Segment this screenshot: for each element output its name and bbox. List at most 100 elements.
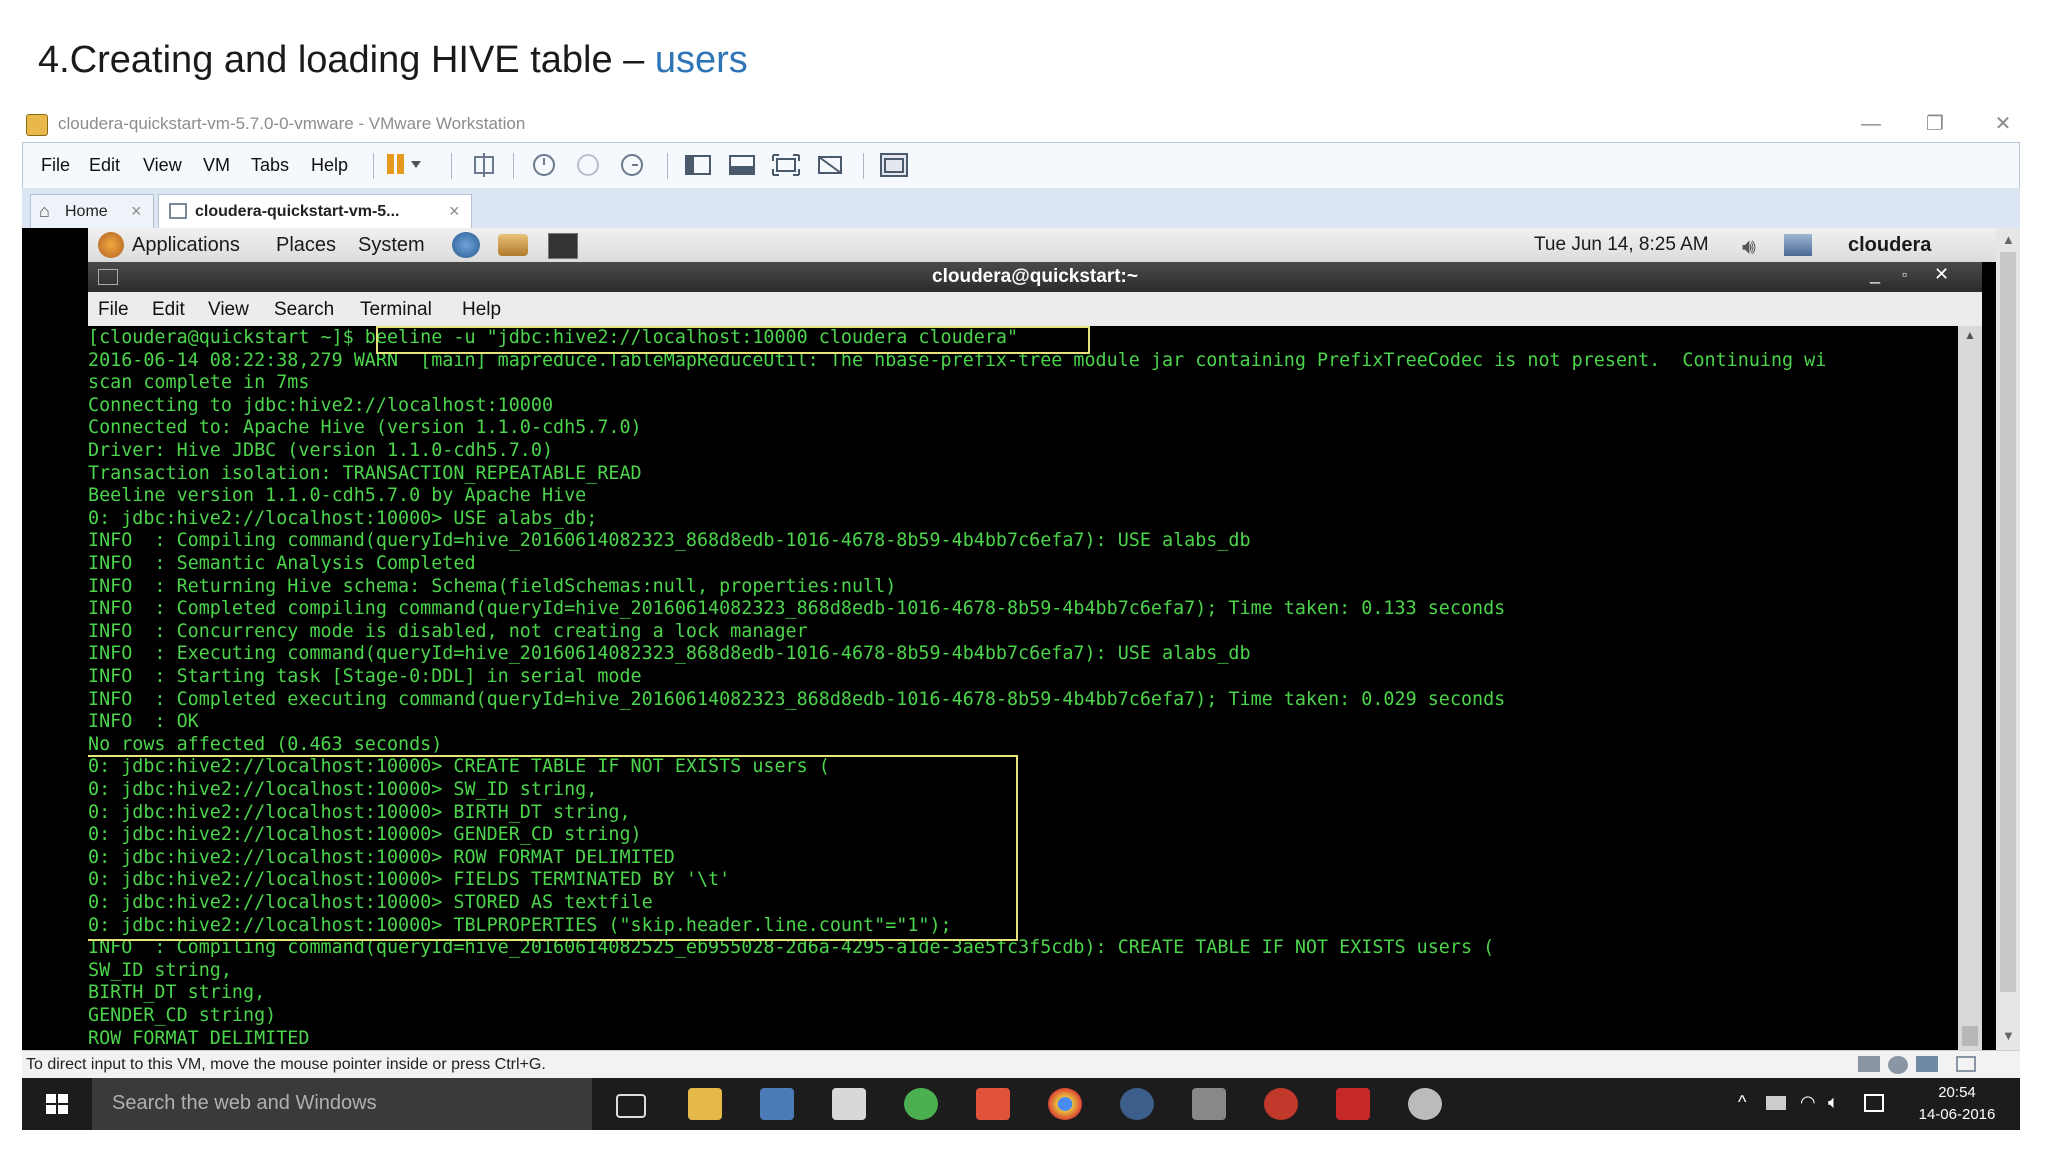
app-icon[interactable] [1192,1088,1226,1120]
menu-vm[interactable]: VM [203,155,230,176]
restore-icon[interactable]: ❐ [1912,110,1958,138]
vm-scrollbar[interactable]: ▲ ▼ [1996,228,2020,1050]
gnome-foot-icon [98,232,124,258]
terminal-window[interactable]: cloudera@quickstart:~ _ ▫ ✕ File Edit Vi… [88,262,1982,1050]
vm-scroll-thumb[interactable] [2000,252,2016,992]
slide-title: 4.Creating and loading HIVE table – user… [38,30,748,90]
speaker-icon[interactable]: 🔈︎ [1828,1092,1839,1113]
terminal-line: Connected to: Apache Hive (version 1.1.0… [88,417,642,439]
terminal-scroll-thumb[interactable] [1962,1026,1978,1046]
action-center-icon[interactable] [1864,1094,1884,1112]
terminal-menu-terminal[interactable]: Terminal [360,299,432,321]
network-icon[interactable] [1784,234,1812,256]
chevron-down-icon[interactable] [411,161,421,168]
terminal-title: cloudera@quickstart:~ [932,266,1138,287]
volume-icon[interactable]: 🔊︎ [1742,234,1756,260]
terminal-line: GENDER_CD string) [88,1005,277,1026]
windows-logo-icon [46,1094,68,1114]
terminal-menu-search[interactable]: Search [274,299,334,321]
vmware-app-icon [26,114,48,136]
vmware-taskbar-icon[interactable] [760,1088,794,1120]
toolbar-separator [667,153,668,179]
slide-title-text: 4.Creating and loading HIVE table – [38,39,655,81]
acrobat-icon[interactable] [1336,1088,1370,1120]
minimize-icon[interactable]: _ [1870,264,1880,285]
thumbnail-bar-icon[interactable] [727,151,757,179]
cd-drive-icon[interactable] [1888,1056,1908,1074]
snapshot-icon[interactable] [529,151,559,179]
terminal-output[interactable]: ROW FORMAT DELIMITED GENDER_CD string) BIR… [88,326,1958,1050]
guest-display[interactable]: Applications Places System Tue Jun 14, 8… [22,228,2020,1050]
scroll-up-icon[interactable]: ▲ [2002,232,2015,247]
send-ctrl-alt-del-icon[interactable] [469,151,499,179]
network-adapter-icon[interactable] [1916,1056,1938,1072]
message-log-icon[interactable] [1956,1056,1976,1072]
highlight-box-command [376,326,1090,354]
terminal-launcher-icon[interactable] [548,233,578,259]
taskbar-time[interactable]: 20:54 [1902,1084,2012,1101]
tab-home-label: Home [65,203,108,220]
taskbar-search[interactable]: Search the web and Windows [92,1078,592,1130]
snapshot-manager-icon[interactable] [617,151,647,179]
task-view-icon[interactable] [616,1094,646,1118]
terminal-scrollbar[interactable]: ▲ [1958,326,1982,1050]
app-icon[interactable] [1264,1088,1298,1120]
menu-edit[interactable]: Edit [89,155,120,176]
close-icon[interactable]: ✕ [1980,110,2026,138]
terminal-line: INFO : Executing command(queryId=hive_20… [88,643,1251,665]
menu-file[interactable]: File [41,155,70,176]
pause-icon[interactable] [383,151,421,179]
steam-icon[interactable] [1120,1088,1154,1120]
tab-cloudera-vm[interactable]: cloudera-quickstart-vm-5... × [158,194,472,229]
menu-help[interactable]: Help [311,155,348,176]
scroll-down-icon[interactable]: ▼ [2002,1028,2015,1043]
terminal-menu-help[interactable]: Help [462,299,501,321]
menu-applications[interactable]: Applications [132,234,240,257]
windows-taskbar: Search the web and Windows ^ ◠ 🔈︎ 20:54 … [22,1078,2020,1130]
tab-close-icon[interactable]: × [131,201,142,222]
taskbar-date[interactable]: 14-06-2016 [1902,1106,2012,1123]
hard-disk-icon[interactable] [1858,1056,1880,1072]
menu-view[interactable]: View [143,155,182,176]
terminal-menu-view[interactable]: View [208,299,249,321]
terminal-line: INFO : Concurrency mode is disabled, not… [88,620,808,642]
menu-places[interactable]: Places [276,234,336,257]
mail-icon[interactable] [498,234,528,256]
scroll-up-icon[interactable]: ▲ [1964,328,1976,342]
chrome-icon[interactable] [1048,1088,1082,1120]
menu-tabs[interactable]: Tabs [251,155,289,176]
console-view-icon[interactable] [879,151,909,179]
terminal-menu-edit[interactable]: Edit [152,299,185,321]
start-button[interactable] [22,1078,92,1130]
terminal-line: 0: jdbc:hive2://localhost:10000> USE ala… [88,507,598,529]
tab-close-icon[interactable]: × [449,201,460,222]
terminal-line: No rows affected (0.463 seconds) [88,733,443,755]
search-placeholder: Search the web and Windows [112,1092,377,1114]
toolbar-separator [373,153,374,179]
wifi-icon[interactable]: ◠ [1800,1092,1816,1113]
menu-system[interactable]: System [358,234,425,257]
minimize-icon[interactable]: — [1848,110,1894,138]
tab-home[interactable]: ⌂ Home × [30,194,154,229]
web-browser-icon[interactable] [452,232,480,258]
terminal-menu-file[interactable]: File [98,299,129,321]
chevron-up-icon[interactable]: ^ [1738,1092,1746,1113]
full-screen-icon[interactable] [771,151,801,179]
app-icon[interactable] [976,1088,1010,1120]
close-icon[interactable]: ✕ [1934,264,1949,285]
calculator-icon[interactable] [832,1088,866,1120]
file-explorer-icon[interactable] [688,1088,722,1120]
show-library-icon[interactable] [683,151,713,179]
user-name[interactable]: cloudera [1848,234,1931,257]
maximize-icon[interactable]: ▫ [1902,266,1907,282]
app-icon[interactable] [1408,1088,1442,1120]
utorrent-icon[interactable] [904,1088,938,1120]
vm-icon [169,203,187,219]
gnome-top-panel: Applications Places System Tue Jun 14, 8… [88,228,1996,262]
battery-icon[interactable] [1766,1096,1786,1110]
toolbar-separator [513,153,514,179]
unity-icon[interactable] [815,151,845,179]
clock[interactable]: Tue Jun 14, 8:25 AM [1534,234,1709,256]
revert-snapshot-icon[interactable] [573,151,603,179]
terminal-line: INFO : Completed compiling command(query… [88,598,1506,620]
